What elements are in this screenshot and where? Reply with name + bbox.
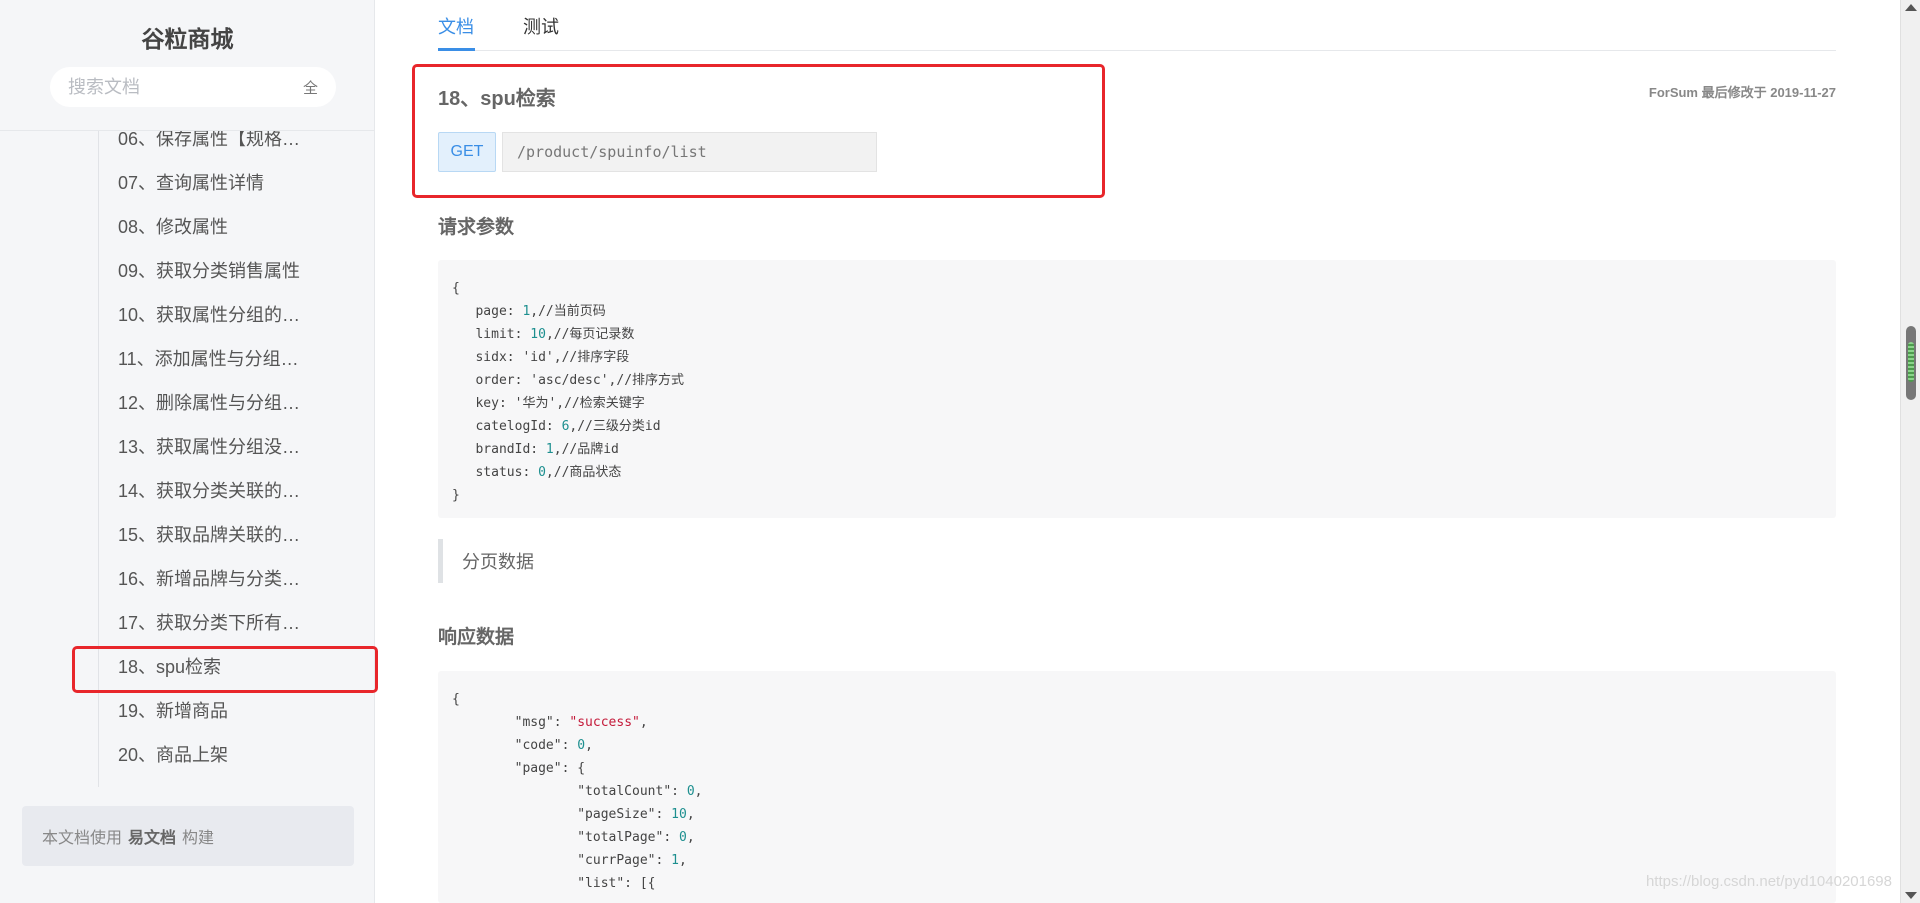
nav-item[interactable]: 07、查询属性详情 <box>0 161 375 205</box>
code-line: status: 0,//商品状态 <box>452 465 622 480</box>
api-path[interactable]: /product/spuinfo/list <box>502 132 877 172</box>
nav-item[interactable]: 09、获取分类销售属性 <box>0 249 375 293</box>
search-scope-toggle[interactable]: 全 <box>303 77 318 98</box>
code-line: "currPage": 1, <box>452 853 687 868</box>
tab-bar: 文档 测试 <box>438 0 1836 51</box>
nav-item[interactable]: 13、获取属性分组没… <box>0 425 375 469</box>
code-line: "code": 0, <box>452 738 593 753</box>
doc-title: 18、spu检索 <box>438 88 556 110</box>
doc-meta: ForSum 最后修改于 2019-11-27 <box>1648 85 1836 100</box>
code-line: "list": [{ <box>452 876 656 891</box>
sidebar: 谷粒商城 全 06、保存属性【规格… 07、查询属性详情 08、修改属性 09、… <box>0 0 378 903</box>
doc-nav-list: 06、保存属性【规格… 07、查询属性详情 08、修改属性 09、获取分类销售属… <box>0 131 375 777</box>
nav-item[interactable]: 12、删除属性与分组… <box>0 381 375 425</box>
http-method-badge: GET <box>438 132 496 172</box>
nav-item[interactable]: 10、获取属性分组的… <box>0 293 375 337</box>
scroll-up-icon[interactable] <box>1905 4 1917 11</box>
code-line: "page": { <box>452 761 586 776</box>
nav-item[interactable]: 11、添加属性与分组… <box>0 337 375 381</box>
scroll-thumb[interactable] <box>1906 326 1916 400</box>
note-blockquote: 分页数据 <box>438 539 1038 583</box>
page-scrollbar[interactable] <box>1900 0 1920 903</box>
active-tab-indicator <box>438 48 475 51</box>
watermark: https://blog.csdn.net/pyd1040201698 <box>1645 873 1892 890</box>
main-content: 文档 测试 18、spu检索 ForSum 最后修改于 2019-11-27 G… <box>376 0 1896 903</box>
tab-test[interactable]: 测试 <box>523 13 559 39</box>
nav-item[interactable]: 08、修改属性 <box>0 205 375 249</box>
response-code-block: { "msg": "success", "code": 0, "page": {… <box>438 671 1836 903</box>
tab-docs[interactable]: 文档 <box>438 13 474 39</box>
nav-item[interactable]: 15、获取品牌关联的… <box>0 513 375 557</box>
response-data-title: 响应数据 <box>438 627 515 648</box>
search-box[interactable]: 全 <box>50 67 336 107</box>
footer-suffix: 构建 <box>182 830 215 847</box>
code-line: page: 1,//当前页码 <box>452 304 606 319</box>
footer-note: 本文档使用 易文档 构建 <box>22 806 354 866</box>
code-line: { <box>452 281 460 296</box>
code-line: "pageSize": 10, <box>452 807 695 822</box>
nav-item[interactable]: 19、新增商品 <box>0 689 375 733</box>
nav-item[interactable]: 20、商品上架 <box>0 733 375 777</box>
code-line: } <box>452 488 460 503</box>
code-line: catelogId: 6,//三级分类id <box>452 419 661 434</box>
request-params-title: 请求参数 <box>438 217 515 238</box>
scroll-grip-icon <box>1908 342 1914 382</box>
code-line: "msg": "success", <box>452 715 648 730</box>
code-line: key: '华为',//检索关键字 <box>452 396 645 411</box>
doc-nav: 06、保存属性【规格… 07、查询属性详情 08、修改属性 09、获取分类销售属… <box>0 131 375 787</box>
request-code-block: { page: 1,//当前页码 limit: 10,//每页记录数 sidx:… <box>438 260 1836 518</box>
footer-prefix: 本文档使用 <box>42 830 123 847</box>
code-line: { <box>452 692 460 707</box>
nav-item[interactable]: 16、新增品牌与分类… <box>0 557 375 601</box>
footer-brand-link[interactable]: 易文档 <box>128 824 176 848</box>
code-line: limit: 10,//每页记录数 <box>452 327 635 342</box>
code-line: brandId: 1,//品牌id <box>452 442 619 457</box>
code-line: sidx: 'id',//排序字段 <box>452 350 630 365</box>
scroll-down-icon[interactable] <box>1905 892 1917 899</box>
nav-item-selected[interactable]: 18、spu检索 <box>0 645 375 689</box>
nav-item[interactable]: 14、获取分类关联的… <box>0 469 375 513</box>
nav-item[interactable]: 17、获取分类下所有… <box>0 601 375 645</box>
code-line: order: 'asc/desc',//排序方式 <box>452 373 685 388</box>
brand-title: 谷粒商城 <box>141 26 234 52</box>
code-line: "totalPage": 0, <box>452 830 695 845</box>
search-input[interactable] <box>68 76 303 98</box>
nav-item[interactable]: 06、保存属性【规格… <box>0 131 375 161</box>
code-line: "totalCount": 0, <box>452 784 703 799</box>
